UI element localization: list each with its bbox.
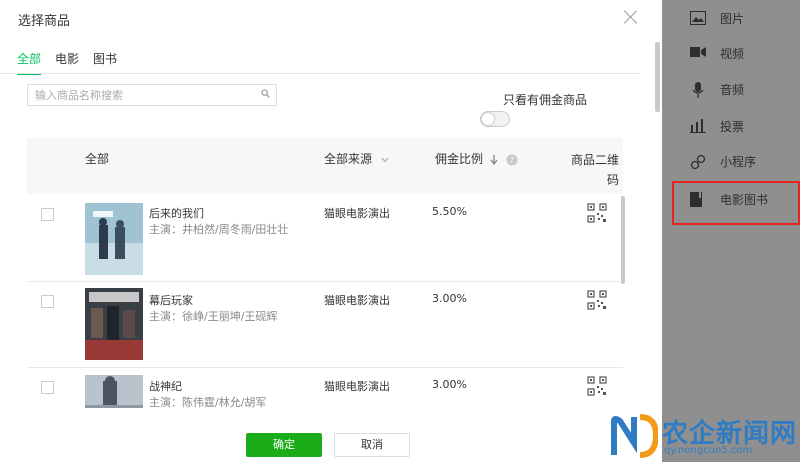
commission-filter-toggle[interactable] [480, 111, 510, 127]
dialog-scrollbar[interactable] [655, 42, 660, 112]
commission-rate: 3.00% [432, 378, 467, 391]
product-cast: 主演：陈伟霆/林允/胡军 [149, 396, 267, 408]
tab-book[interactable]: 图书 [93, 50, 117, 73]
watermark-logo [611, 414, 658, 458]
table-row[interactable]: 后来的我们 主演：井柏然/周冬雨/田壮壮 猫眼电影演出 5.50% [27, 195, 623, 281]
search-icon[interactable] [261, 89, 270, 98]
movie-poster-image [85, 288, 143, 360]
commission-rate: 3.00% [432, 292, 467, 305]
product-cast: 主演：井柏然/周冬雨/田壮壮 [149, 223, 289, 236]
video-icon [690, 47, 706, 57]
table-row[interactable]: 幕后玩家 主演：徐峥/王丽坤/王砚辉 猫眼电影演出 3.00% [27, 281, 623, 368]
search-box [27, 84, 277, 106]
tabs-divider [0, 73, 640, 74]
qr-code-icon[interactable] [587, 376, 607, 396]
product-name: 战神纪 [149, 380, 182, 393]
watermark-url: qy.nongcun5.com [664, 445, 753, 456]
search-input[interactable] [28, 85, 257, 105]
product-name: 幕后玩家 [149, 294, 193, 307]
chevron-down-icon [381, 157, 389, 162]
select-product-dialog: 选择商品 全部电影图书 只看有佣金商品 全部 全部来源 佣金比例 ? 商品二维码 [0, 0, 662, 462]
commission-filter-label: 只看有佣金商品 [503, 93, 588, 107]
qr-code-icon[interactable] [587, 290, 607, 310]
table-row[interactable]: 战神纪 主演：陈伟霆/林允/胡军 猫眼电影演出 3.00% [27, 367, 623, 408]
toggle-knob [482, 113, 494, 125]
sidebar-item-label: 音频 [720, 83, 745, 97]
sidebar-item-label: 视频 [720, 47, 745, 61]
header-all: 全部 [85, 152, 110, 166]
movie-poster-image [85, 203, 143, 275]
sort-down-icon [490, 154, 498, 165]
header-qr: 商品二维码 [570, 153, 619, 187]
cancel-button[interactable]: 取消 [334, 433, 410, 457]
rate-sort-header[interactable]: 佣金比例 ? [435, 150, 518, 167]
category-tabs: 全部 电影 图书 [17, 50, 131, 75]
tab-all[interactable]: 全部 [17, 50, 42, 75]
bar-chart-icon [690, 119, 706, 133]
product-list: 后来的我们 主演：井柏然/周冬雨/田壮壮 猫眼电影演出 5.50% 幕后玩家 主… [27, 195, 623, 408]
product-source: 猫眼电影演出 [324, 380, 390, 393]
sidebar-item-label: 投票 [720, 120, 745, 134]
qr-code-icon[interactable] [587, 203, 607, 223]
highlight-box [672, 181, 800, 225]
row-checkbox[interactable] [41, 208, 54, 221]
product-source: 猫眼电影演出 [324, 294, 390, 307]
sidebar-item-label: 图片 [720, 12, 745, 26]
help-icon[interactable]: ? [506, 154, 518, 166]
svg-text:?: ? [510, 156, 514, 165]
close-icon[interactable] [620, 6, 642, 28]
commission-rate: 5.50% [432, 205, 467, 218]
microphone-icon [692, 82, 704, 98]
watermark: 农企新闻网 qy.nongcun5.com [610, 411, 800, 462]
table-header: 全部 全部来源 佣金比例 ? 商品二维码 [27, 138, 623, 194]
source-filter-dropdown[interactable]: 全部来源 [324, 150, 389, 167]
product-name: 后来的我们 [149, 207, 204, 220]
insert-sidebar: 图片 视频 音频 投票 小程序 电影图书 [662, 0, 800, 462]
link-icon [690, 154, 706, 170]
tab-movie[interactable]: 电影 [55, 50, 79, 73]
row-checkbox[interactable] [41, 295, 54, 308]
image-icon [690, 11, 706, 25]
row-checkbox[interactable] [41, 381, 54, 394]
product-source: 猫眼电影演出 [324, 207, 390, 220]
header-rate: 佣金比例 [435, 152, 484, 166]
sidebar-item-label: 小程序 [720, 155, 757, 169]
header-source: 全部来源 [324, 152, 373, 166]
product-cast: 主演：徐峥/王丽坤/王砚辉 [149, 310, 278, 323]
dialog-title: 选择商品 [18, 14, 71, 29]
list-scrollbar[interactable] [621, 196, 625, 284]
confirm-button[interactable]: 确定 [246, 433, 322, 457]
movie-poster-image [85, 375, 143, 408]
